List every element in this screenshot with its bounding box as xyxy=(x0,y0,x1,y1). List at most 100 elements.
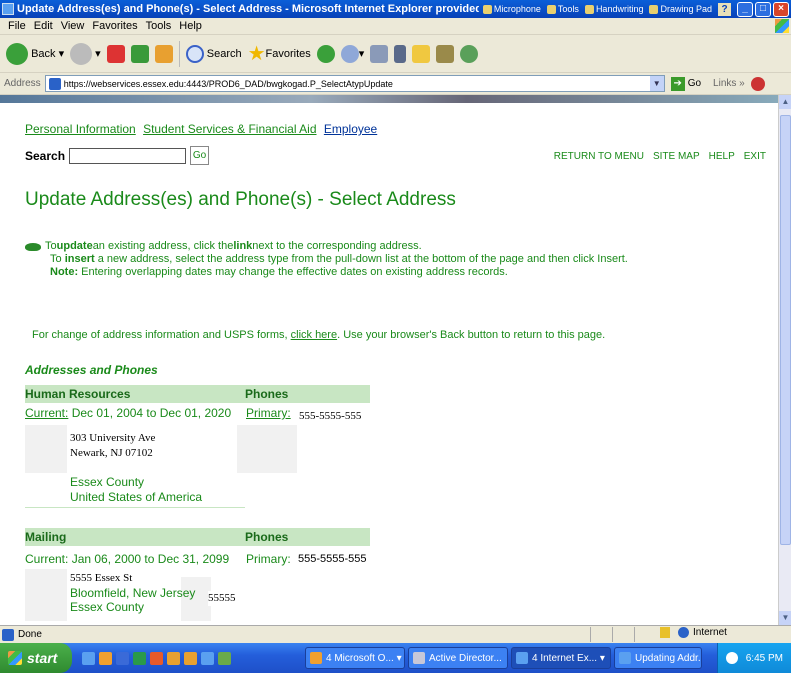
ie-icon xyxy=(516,652,528,664)
address-city: Bloomfield, New Jersey xyxy=(70,586,196,600)
menu-help[interactable]: Help xyxy=(179,20,202,32)
nav-personal-information[interactable]: Personal Information xyxy=(25,122,136,136)
phones-header: Phones xyxy=(245,530,289,544)
extension-icon[interactable] xyxy=(750,76,765,91)
page-title: Update Address(es) and Phone(s) - Select… xyxy=(25,189,456,210)
tools-tool[interactable]: Tools xyxy=(546,4,579,14)
scroll-up-icon[interactable]: ▲ xyxy=(779,95,791,109)
address-county: Essex County xyxy=(70,475,145,489)
top-links: RETURN TO MENU SITE MAP HELP EXIT xyxy=(545,151,766,162)
menu-file[interactable]: File xyxy=(8,20,26,32)
change-of-address-text: For change of address information and US… xyxy=(32,329,606,341)
address-dates: Dec 01, 2004 to Dec 01, 2020 xyxy=(71,406,232,420)
task-microsoft-office[interactable]: 4 Microsoft O... ▾ xyxy=(305,647,405,669)
quick-launch-icon[interactable] xyxy=(218,651,231,665)
phone-number: 555-5555-555 xyxy=(297,408,367,428)
research-button[interactable] xyxy=(436,44,455,63)
star-icon: ★ xyxy=(247,43,266,65)
stop-button[interactable] xyxy=(106,44,125,63)
primary-phone-label-mailing: Primary: xyxy=(246,552,291,566)
address-type: Mailing xyxy=(25,530,67,544)
favorites-button[interactable]: ★ Favorites xyxy=(248,41,311,66)
phone-number: 555-5555-555 xyxy=(297,553,367,569)
microphone-tool[interactable]: Microphone xyxy=(482,4,541,14)
back-button[interactable]: Back ▾ xyxy=(6,42,64,65)
return-to-menu-link[interactable]: RETURN TO MENU xyxy=(554,151,644,162)
status-bar: Done Internet xyxy=(0,625,791,643)
section-title: Addresses and Phones xyxy=(25,363,158,377)
quick-launch-icon[interactable] xyxy=(184,651,197,665)
scroll-down-icon[interactable]: ▼ xyxy=(779,611,791,625)
quick-launch-icon[interactable] xyxy=(82,651,95,665)
quick-launch-icon[interactable] xyxy=(150,651,163,665)
phone-type-mailing: Primary: xyxy=(246,552,291,566)
forward-button[interactable]: ▾ xyxy=(70,42,101,65)
help-icon[interactable]: ? xyxy=(718,2,731,16)
history-button[interactable] xyxy=(316,44,335,63)
refresh-icon xyxy=(130,44,149,63)
menu-edit[interactable]: Edit xyxy=(34,20,53,32)
quick-launch-icon[interactable] xyxy=(201,651,214,665)
messenger-icon xyxy=(460,44,479,63)
address-street: 5555 Essex St xyxy=(70,572,133,584)
current-status-mailing: Current: xyxy=(25,552,69,566)
search-input[interactable] xyxy=(69,147,187,164)
handwriting-tool[interactable]: Handwriting xyxy=(584,4,643,14)
quick-launch-icon[interactable] xyxy=(133,651,146,665)
help-link[interactable]: HELP xyxy=(709,151,735,162)
nav-employee[interactable]: Employee xyxy=(324,122,377,136)
menu-favorites[interactable]: Favorites xyxy=(92,20,137,32)
refresh-button[interactable] xyxy=(130,44,149,63)
search-go-button[interactable]: Go xyxy=(190,146,210,165)
instruction-update: To update an existing address, click the… xyxy=(25,240,628,253)
address-type: Human Resources xyxy=(25,387,131,401)
current-link-hr[interactable]: Current: xyxy=(25,406,68,420)
address-input[interactable]: https://webservices.essex.edu:4443/PROD6… xyxy=(44,75,665,92)
edit-button[interactable] xyxy=(394,44,407,63)
volume-icon[interactable] xyxy=(725,652,738,664)
edit-icon xyxy=(394,44,407,63)
task-internet-explorer[interactable]: 4 Internet Ex... ▾ xyxy=(511,647,611,669)
go-button[interactable]: ➔ Go xyxy=(670,76,701,91)
quick-launch-icon[interactable] xyxy=(167,651,180,665)
phones-header: Phones xyxy=(245,387,289,401)
task-active-directory[interactable]: Active Director... xyxy=(408,647,508,669)
links-button[interactable]: Links » xyxy=(713,78,745,89)
nav-student-services[interactable]: Student Services & Financial Aid xyxy=(143,122,316,136)
microphone-icon xyxy=(482,4,492,14)
address-county: Essex County xyxy=(70,600,145,614)
primary-phone-link-hr[interactable]: Primary: xyxy=(246,406,291,420)
address-separator xyxy=(25,507,245,508)
drawing-pad-tool[interactable]: Drawing Pad xyxy=(649,4,712,14)
address-url: https://webservices.essex.edu:4443/PROD6… xyxy=(63,78,393,89)
quick-launch-icon[interactable] xyxy=(116,651,129,665)
messenger-button[interactable] xyxy=(460,44,479,63)
search-button[interactable]: Search xyxy=(185,44,242,63)
task-updating-address[interactable]: Updating Addr... xyxy=(614,647,702,669)
click-here-link[interactable]: click here xyxy=(291,329,337,341)
address-street: 303 University Ave xyxy=(70,432,156,444)
start-button[interactable]: start xyxy=(0,643,72,673)
minimize-button[interactable]: _ xyxy=(737,1,753,17)
mail-button[interactable]: ▾ xyxy=(340,44,364,63)
windows-logo-icon xyxy=(775,19,789,33)
go-arrow-icon: ➔ xyxy=(670,76,685,91)
menu-view[interactable]: View xyxy=(61,20,85,32)
status-cell xyxy=(612,627,634,642)
print-button[interactable] xyxy=(370,44,389,63)
address-spacer xyxy=(25,425,67,473)
maximize-button[interactable]: □ xyxy=(755,1,771,17)
home-button[interactable] xyxy=(154,44,173,63)
history-icon xyxy=(316,44,335,63)
address-dropdown-icon[interactable]: ▼ xyxy=(649,76,664,91)
taskbar: start 4 Microsoft O... ▾ Active Director… xyxy=(0,643,791,673)
quick-launch-icon[interactable] xyxy=(99,651,112,665)
address-country: United States of America xyxy=(70,490,203,504)
exit-link[interactable]: EXIT xyxy=(744,151,766,162)
menu-tools[interactable]: Tools xyxy=(146,20,172,32)
site-map-link[interactable]: SITE MAP xyxy=(653,151,700,162)
discuss-button[interactable] xyxy=(412,44,431,63)
vertical-scrollbar[interactable]: ▲ ▼ xyxy=(778,95,791,625)
scroll-thumb[interactable] xyxy=(780,115,791,545)
close-button[interactable]: × xyxy=(773,1,789,17)
